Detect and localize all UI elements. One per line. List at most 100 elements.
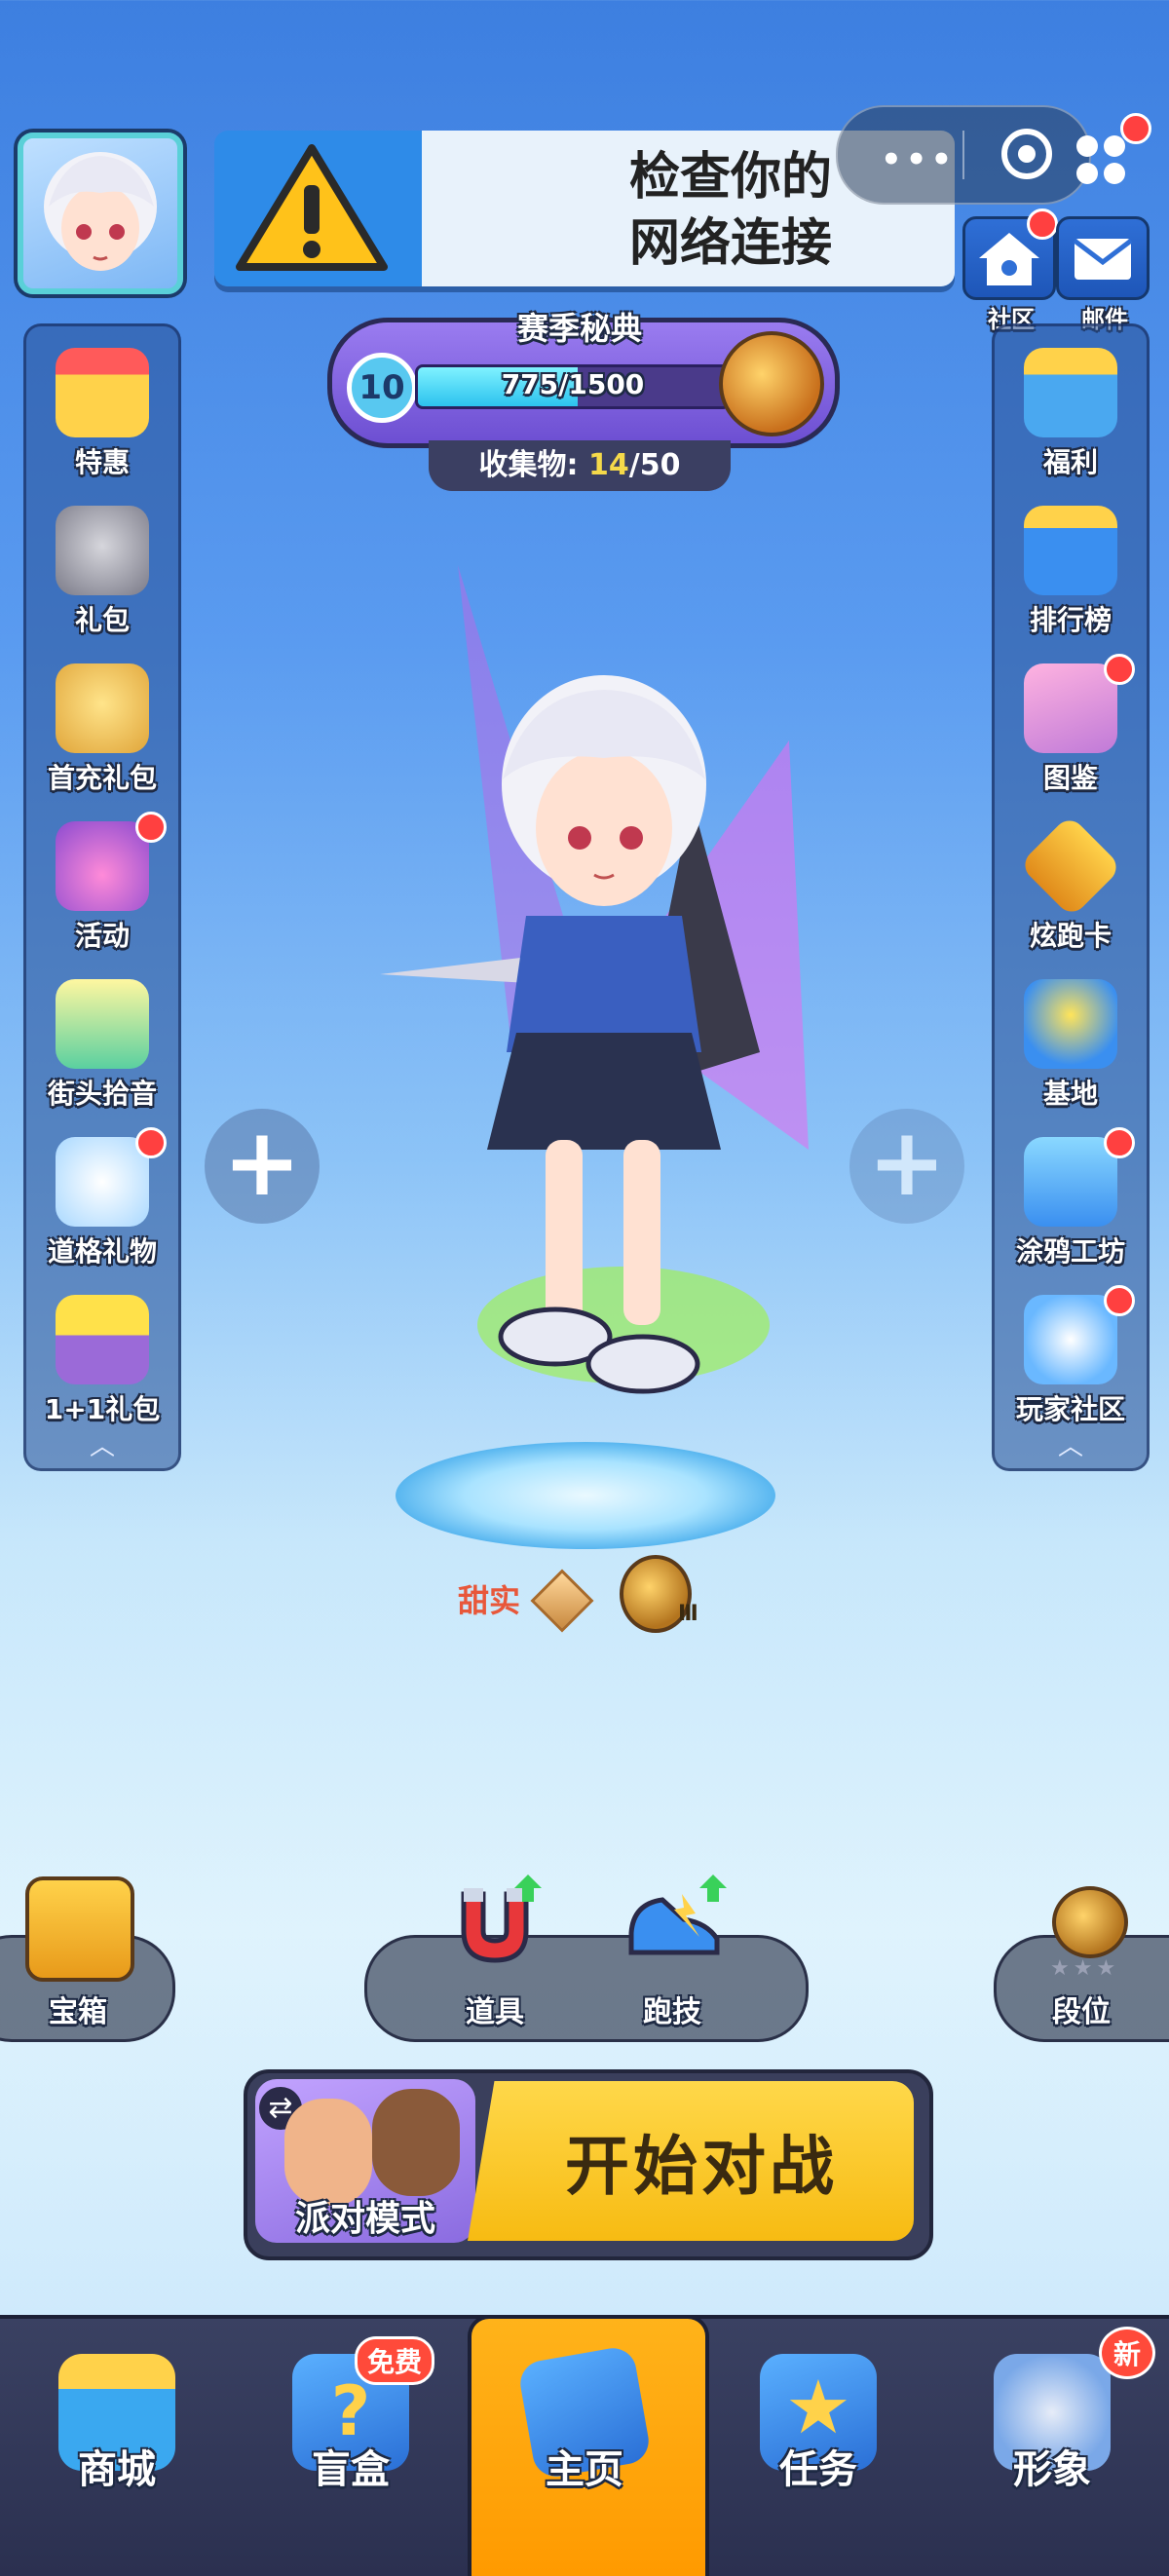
notification-dot	[135, 1127, 167, 1158]
nav-home[interactable]: 主页	[468, 2315, 701, 2572]
notification-dot	[1120, 113, 1151, 144]
nav-appearance[interactable]: 新 形象	[935, 2315, 1169, 2572]
mail-icon	[1056, 216, 1150, 300]
rank-numeral: Ⅲ	[678, 1602, 698, 1626]
coin-bag-icon[interactable]	[719, 331, 824, 436]
party-character-icon	[372, 2089, 460, 2196]
magnet-icon	[461, 1875, 542, 1963]
right-item-label: 排行榜	[1029, 604, 1112, 636]
chest-label: 宝箱	[49, 1995, 107, 2029]
season-pass-title: 赛季秘典	[516, 310, 642, 347]
nav-home-label: 主页	[546, 2447, 623, 2492]
right-item-welfare[interactable]: 福利	[995, 340, 1147, 496]
ship-icon	[56, 821, 149, 911]
right-side-menu: 福利 排行榜 图鉴 炫跑卡 基地 涂鸦工坊 玩家社区 ︿	[992, 323, 1150, 1471]
collapse-chevron-icon[interactable]: ︿	[26, 1426, 178, 1462]
right-item-base[interactable]: 基地	[995, 971, 1147, 1127]
rank-stars-icon: ★★★	[1050, 1956, 1120, 1981]
season-level: 10	[347, 353, 417, 423]
items-button[interactable]	[446, 1875, 544, 1972]
mini-program-capsule: •••	[836, 105, 1091, 205]
notification-dot	[1104, 1127, 1135, 1158]
run-skill-button[interactable]	[623, 1875, 731, 1972]
season-progress-text: 775/1500	[501, 368, 645, 400]
notification-dot	[135, 812, 167, 843]
player-character[interactable]	[380, 546, 828, 1452]
cloud-mascot-icon	[1024, 1295, 1117, 1384]
nav-shop[interactable]: 商城	[0, 2315, 234, 2572]
community-button[interactable]: 社区	[962, 208, 1060, 334]
collect-label: 收集物:	[478, 448, 579, 482]
start-battle-label: 开始对战	[565, 2129, 838, 2204]
left-item-events[interactable]: 活动	[26, 812, 178, 969]
left-item-gift-pack[interactable]: 礼包	[26, 498, 178, 654]
left-item-doug-gift[interactable]: 道格礼物	[26, 1127, 178, 1285]
more-icon[interactable]: •••	[881, 140, 956, 179]
party-mode-label: 派对模式	[294, 2199, 435, 2239]
rank-label: 段位	[1052, 1995, 1111, 2029]
right-item-run-card[interactable]: 炫跑卡	[995, 814, 1147, 969]
left-item-label: 礼包	[74, 604, 130, 636]
nav-appearance-label: 形象	[1013, 2447, 1091, 2492]
book-icon	[1024, 663, 1117, 753]
free-badge: 免费	[355, 2336, 435, 2385]
right-item-label: 涂鸦工坊	[1015, 1235, 1125, 1268]
right-item-codex[interactable]: 图鉴	[995, 654, 1147, 812]
right-item-label: 基地	[1042, 1078, 1098, 1110]
items-label: 道具	[466, 1995, 524, 2029]
collectibles-counter: 收集物: 14/50	[429, 440, 731, 491]
left-item-first-charge[interactable]: 首充礼包	[26, 656, 178, 812]
right-item-label: 图鉴	[1042, 762, 1098, 794]
close-target-icon[interactable]	[1001, 129, 1052, 179]
run-skill-label: 跑技	[643, 1995, 701, 2029]
crown-podium-icon	[1024, 506, 1117, 595]
collapse-chevron-icon[interactable]: ︿	[995, 1426, 1147, 1462]
collect-total: /50	[628, 448, 681, 482]
left-item-label: 道格礼物	[47, 1235, 157, 1268]
left-item-label: 活动	[74, 920, 130, 952]
avatar-portrait	[44, 152, 157, 271]
notification-dot	[1104, 654, 1135, 685]
treasure-chest-icon	[25, 1876, 134, 1982]
shop-stall-icon	[56, 348, 149, 437]
nav-shop-label: 商城	[78, 2447, 156, 2492]
notification-dot	[1104, 1285, 1135, 1316]
warning-icon	[236, 144, 388, 271]
nav-blind-box[interactable]: ? 免费 盲盒	[234, 2315, 468, 2572]
left-item-one-plus-one[interactable]: 1+1礼包	[26, 1287, 178, 1443]
paint-can-icon	[1024, 1137, 1117, 1227]
left-side-menu: 特惠 礼包 首充礼包 活动 街头拾音 道格礼物 1+1礼包 ︿	[23, 323, 181, 1471]
diamond-card-icon	[1018, 814, 1123, 919]
left-item-label: 首充礼包	[47, 762, 157, 794]
aoe-logo-icon	[56, 979, 149, 1069]
rank-trophy-icon	[1052, 1886, 1128, 1958]
new-badge: 新	[1099, 2327, 1156, 2379]
nav-tasks[interactable]: ★ 任务	[701, 2315, 935, 2572]
character-stage-platform	[396, 1442, 775, 1549]
banner-line-2: 网络连接	[628, 214, 832, 273]
right-item-player-community[interactable]: 玩家社区	[995, 1285, 1147, 1443]
mail-button[interactable]: 邮件	[1056, 216, 1153, 334]
left-item-street-sound[interactable]: 街头拾音	[26, 971, 178, 1127]
right-item-leaderboard[interactable]: 排行榜	[995, 498, 1147, 654]
sneaker-icon	[628, 1875, 727, 1955]
player-avatar[interactable]	[18, 133, 183, 294]
right-item-label: 玩家社区	[1015, 1393, 1125, 1425]
diamond-badge-icon	[530, 1569, 594, 1633]
right-item-label: 炫跑卡	[1029, 920, 1112, 952]
add-teammate-left-button[interactable]: +	[205, 1109, 320, 1224]
right-item-graffiti[interactable]: 涂鸦工坊	[995, 1127, 1147, 1285]
right-item-label: 福利	[1042, 446, 1098, 478]
gift-box-icon	[56, 1295, 149, 1384]
left-item-label: 1+1礼包	[44, 1393, 161, 1425]
character-portrait-icon	[56, 506, 149, 595]
grid-menu-icon[interactable]	[1072, 113, 1151, 189]
left-item-special-offer[interactable]: 特惠	[26, 340, 178, 496]
nav-tasks-label: 任务	[779, 2447, 857, 2492]
add-teammate-right-button[interactable]: +	[849, 1109, 964, 1224]
collect-have: 14	[587, 448, 629, 482]
dog-icon	[56, 1137, 149, 1227]
trophy-icon	[1024, 979, 1117, 1069]
nav-blind-box-label: 盲盒	[312, 2447, 390, 2492]
gift-icon	[1024, 348, 1117, 437]
